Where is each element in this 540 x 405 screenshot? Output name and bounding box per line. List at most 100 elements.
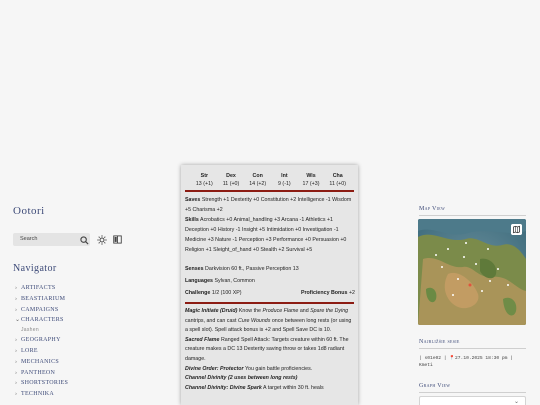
divider bbox=[185, 190, 354, 192]
senses-label: Senses bbox=[185, 266, 204, 272]
ability-value: 14 (+2) bbox=[249, 181, 267, 187]
saves-line: Saves Strength +1 Dexterity +0 Constitut… bbox=[185, 196, 355, 216]
trait-text: You gain battle proficiencies. bbox=[244, 365, 313, 372]
divider bbox=[419, 392, 526, 393]
chevron-right-icon: › bbox=[15, 347, 18, 354]
nav-item-lore[interactable]: › lore bbox=[15, 346, 68, 357]
nav-item-characters[interactable]: ⌄ characters bbox=[15, 315, 68, 326]
divider bbox=[185, 302, 354, 304]
trait-divine-spark: Channel Divinity: Divine Spark A target … bbox=[185, 384, 355, 394]
trait-name: Magic Initiate (Druid) bbox=[185, 308, 238, 314]
reader-mode-icon[interactable] bbox=[113, 235, 122, 244]
ability-value: 17 (+3) bbox=[302, 181, 320, 187]
skills-line: Skills Acrobatics +0 Animal_handling +3 … bbox=[185, 216, 355, 256]
trait-text: and bbox=[298, 308, 311, 314]
nav-item-label: mechanics bbox=[21, 358, 60, 365]
chevron-right-icon: › bbox=[15, 380, 18, 387]
ability-str: Str 13 (+1) bbox=[191, 172, 218, 188]
trait-magic-initiate: Magic Initiate (Druid) Know the Produce … bbox=[185, 307, 355, 336]
nav-item-label: lore bbox=[21, 347, 38, 354]
proficiency-value: +2 bbox=[348, 290, 355, 296]
ability-value: 11 (+0) bbox=[329, 181, 346, 187]
trait-divine-order: Divine Order: Protector You gain battle … bbox=[185, 365, 355, 375]
nav-item-label: technika bbox=[21, 391, 55, 398]
chevron-right-icon: › bbox=[15, 391, 18, 398]
chevron-right-icon: › bbox=[15, 285, 18, 291]
map-view[interactable] bbox=[418, 219, 526, 325]
trait-channel-divinity: Channel Divinity (2 uses between long re… bbox=[185, 374, 355, 384]
nav-item-technika[interactable]: › technika bbox=[15, 389, 68, 400]
trait-text: Know the bbox=[238, 308, 263, 314]
trait-sacred-flame: Sacred Flame Ranged Spell Attack: Target… bbox=[185, 336, 355, 365]
sun-icon[interactable] bbox=[97, 235, 107, 245]
spell-name: Produce Flame bbox=[262, 308, 299, 314]
chevron-right-icon: › bbox=[15, 337, 18, 344]
languages-line: Languages Sylvan, Common bbox=[185, 277, 355, 287]
ability-scores: Str 13 (+1) Dex 11 (+0) Con 14 (+2) Int 9 (-… bbox=[191, 172, 351, 188]
chevron-right-icon: › bbox=[15, 295, 18, 302]
trait-name: Channel Divinity: Divine Spark bbox=[185, 384, 262, 391]
nav-item-label: geography bbox=[21, 337, 61, 344]
nav-item-label: shortstories bbox=[21, 380, 69, 387]
search-icon[interactable] bbox=[80, 236, 89, 245]
nav-item-artifacts[interactable]: › artifacts bbox=[15, 283, 68, 294]
navigator-title: Navigator bbox=[13, 263, 57, 274]
nav-item-label: characters bbox=[21, 317, 64, 324]
languages-label: Languages bbox=[185, 278, 213, 284]
chevron-right-icon: › bbox=[15, 369, 18, 376]
chevron-down-icon[interactable]: ⌄ bbox=[514, 398, 519, 405]
explorer-tree: › artifacts › beastiarium › campaigns ⌄ char… bbox=[15, 283, 68, 400]
map-image[interactable] bbox=[418, 219, 526, 325]
nav-item-label: beastiarium bbox=[21, 295, 66, 302]
spell-name: Spare the Dying bbox=[310, 308, 349, 314]
nav-item-mechanics[interactable]: › mechanics bbox=[15, 357, 68, 368]
divider bbox=[419, 215, 526, 216]
site-title[interactable]: Ootori bbox=[13, 205, 45, 217]
proficiency-line: Proficiency Bonus +2 bbox=[185, 289, 355, 299]
saves-label: Saves bbox=[185, 197, 201, 203]
ability-name: Int bbox=[281, 173, 288, 179]
ability-cha: Cha 11 (+0) bbox=[324, 172, 351, 188]
ability-value: 11 (+0) bbox=[222, 181, 240, 187]
statblock: Str 13 (+1) Dex 11 (+0) Con 14 (+2) Int 9 (-… bbox=[181, 165, 358, 405]
senses-line: Senses Darkvision 60 ft., Passive Percep… bbox=[185, 265, 355, 275]
ability-int: Int 9 (-1) bbox=[271, 172, 298, 188]
nav-item-geography[interactable]: › geography bbox=[15, 335, 68, 346]
nav-item-jashen[interactable]: Jashen bbox=[15, 326, 68, 335]
nav-item-pantheon[interactable]: › pantheon bbox=[15, 368, 68, 379]
trait-name: Channel Divinity (2 uses between long re… bbox=[185, 375, 298, 382]
trait-name: Sacred Flame bbox=[185, 336, 220, 343]
nav-item-label: pantheon bbox=[21, 369, 56, 376]
ability-wis: Wis 17 (+3) bbox=[298, 172, 325, 188]
ability-name: Str bbox=[200, 173, 209, 179]
nav-item-shortstories[interactable]: › shortstories bbox=[15, 378, 68, 389]
nav-item-beastiarium[interactable]: › beastiarium bbox=[15, 294, 68, 305]
skills-label: Skills bbox=[185, 217, 199, 223]
languages-value: Sylvan, Common bbox=[214, 278, 255, 284]
trait-text: cantrips, and can cast bbox=[185, 317, 238, 324]
ability-name: Con bbox=[252, 173, 263, 179]
search-input[interactable]: Search bbox=[13, 233, 90, 246]
ability-value: 13 (+1) bbox=[195, 181, 213, 187]
proficiency-label: Proficiency Bonus bbox=[300, 290, 348, 296]
chevron-right-icon: › bbox=[15, 358, 18, 365]
recent-sessions-title: Najbližšie sesie bbox=[419, 339, 460, 345]
map-view-title: Map View bbox=[419, 206, 446, 212]
nav-item-campaigns[interactable]: › campaigns bbox=[15, 305, 68, 316]
ability-name: Cha bbox=[332, 173, 343, 179]
traits: Magic Initiate (Druid) Know the Produce … bbox=[185, 307, 355, 393]
ability-name: Dex bbox=[226, 173, 236, 179]
recent-session-entry[interactable]: | s01e02 | 📍27.10.2025 18:30 pm | Kmeti bbox=[419, 355, 526, 369]
ability-con: Con 14 (+2) bbox=[244, 172, 271, 188]
chevron-down-icon: ⌄ bbox=[15, 317, 21, 324]
ability-name: Wis bbox=[306, 173, 316, 179]
graph-view[interactable] bbox=[419, 396, 526, 405]
trait-name: Divine Order: Protector bbox=[185, 365, 244, 372]
trait-text: A target within 30 ft. heals bbox=[263, 384, 324, 391]
map-expand-icon[interactable] bbox=[511, 224, 522, 235]
ability-value: 9 (-1) bbox=[278, 181, 291, 187]
spell-name: Cure Wounds bbox=[238, 317, 271, 324]
chevron-right-icon: › bbox=[15, 306, 18, 313]
graph-view-title: Graph View bbox=[419, 383, 451, 389]
divider bbox=[419, 348, 526, 349]
